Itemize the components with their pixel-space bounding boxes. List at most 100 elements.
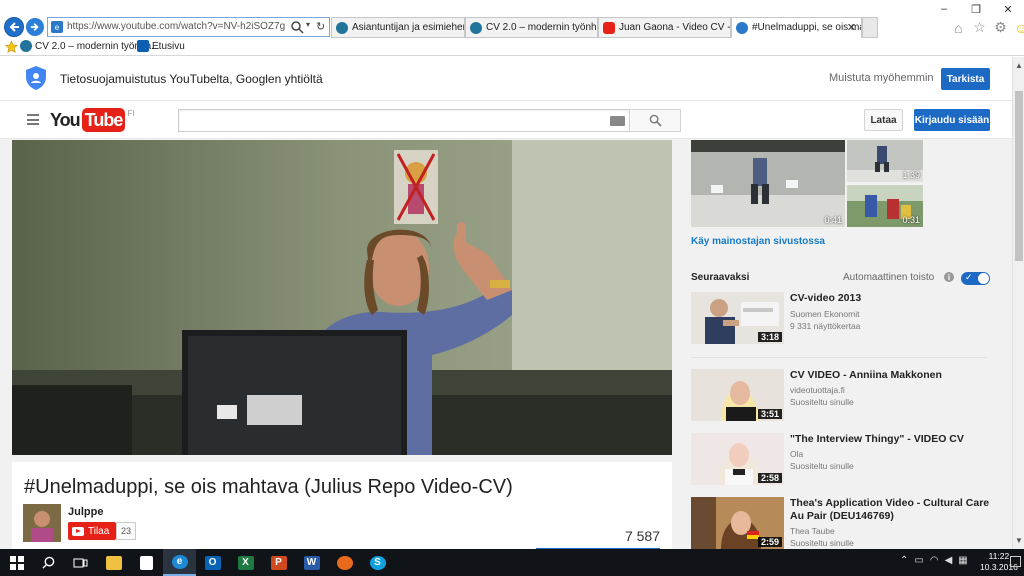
skype-icon: S bbox=[369, 555, 386, 570]
view-meta: Suositeltu sinulle bbox=[790, 538, 854, 548]
tab-unelmaduppi[interactable]: #Unelmaduppi, se ois mahta... ✕ bbox=[731, 17, 862, 38]
powerpoint-icon: P bbox=[270, 555, 287, 570]
new-tab-button[interactable] bbox=[862, 17, 878, 38]
ad-thumb-bottom[interactable]: 0:31 bbox=[847, 185, 923, 227]
address-bar[interactable]: e https://www.youtube.com/watch?v=NV-h2i… bbox=[47, 17, 330, 37]
outlook-button[interactable]: O bbox=[196, 549, 229, 576]
powerpoint-button[interactable]: P bbox=[262, 549, 295, 576]
dropdown-icon[interactable]: ▾ bbox=[306, 20, 310, 29]
visit-advertiser-link[interactable]: Käy mainostajan sivustossa bbox=[691, 236, 825, 247]
keyboard-icon[interactable]: ▦ bbox=[958, 555, 967, 566]
excel-button[interactable]: X bbox=[229, 549, 262, 576]
tab-asiantuntijan[interactable]: Asiantuntijan ja esimiehen työ... bbox=[331, 17, 465, 38]
ad-thumb-main[interactable]: 0:41 bbox=[691, 140, 845, 227]
youtube-header: You Tube FI Lataa Kirjaudu sisään bbox=[0, 101, 1012, 139]
channel-name[interactable]: Julppe bbox=[68, 506, 103, 518]
wordpress-icon bbox=[470, 21, 482, 34]
volume-icon[interactable]: ◀ bbox=[945, 555, 953, 566]
search-input[interactable] bbox=[178, 109, 630, 132]
video-thumbnail[interactable]: 3:18 bbox=[691, 292, 784, 344]
add-favorite-star-icon[interactable] bbox=[5, 41, 18, 53]
settings-gear-icon[interactable]: ⚙ bbox=[992, 19, 1009, 36]
browser-toolbar-icons: ⌂ ☆ ⚙ ☺ bbox=[950, 19, 1024, 36]
wordpress-icon bbox=[20, 40, 32, 52]
address-row: e https://www.youtube.com/watch?v=NV-h2i… bbox=[0, 16, 1024, 38]
chevron-up-icon[interactable]: ⌃ bbox=[900, 555, 908, 566]
internet-explorer-button[interactable]: e bbox=[163, 549, 196, 576]
video-title-link[interactable]: Thea's Application Video - Cultural Care… bbox=[790, 497, 990, 523]
sign-in-button[interactable]: Kirjaudu sisään bbox=[914, 109, 990, 131]
firefox-button[interactable] bbox=[328, 549, 361, 576]
svg-text:e: e bbox=[55, 23, 60, 32]
scroll-up-icon[interactable]: ▲ bbox=[1015, 61, 1023, 70]
store-button[interactable] bbox=[130, 549, 163, 576]
list-item[interactable]: 3:18 CV-video 2013 Suomen Ekonomit 9 331… bbox=[691, 292, 991, 348]
home-icon[interactable]: ⌂ bbox=[950, 19, 967, 36]
start-button[interactable] bbox=[0, 549, 33, 576]
battery-icon[interactable]: ▭ bbox=[914, 555, 923, 566]
subscriber-count: 23 bbox=[116, 522, 137, 540]
subscribe-button[interactable]: Tilaa bbox=[68, 522, 116, 540]
scroll-thumb[interactable] bbox=[1015, 91, 1023, 261]
youtube-logo[interactable]: You Tube FI bbox=[50, 108, 134, 132]
video-duration: 2:59 bbox=[757, 537, 782, 547]
arrow-right-icon bbox=[30, 23, 39, 31]
search-icon[interactable] bbox=[290, 20, 304, 34]
favorite-etusivu[interactable]: Etusivu bbox=[137, 40, 185, 52]
favorites-star-icon[interactable]: ☆ bbox=[971, 19, 988, 36]
sharepoint-icon bbox=[137, 40, 149, 52]
list-item[interactable]: 3:51 CV VIDEO - Anniina Makkonen videotu… bbox=[691, 369, 991, 423]
autoplay-toggle[interactable]: ✓ bbox=[961, 272, 990, 285]
file-explorer-button[interactable] bbox=[97, 549, 130, 576]
smiley-feedback-icon[interactable]: ☺ bbox=[1013, 19, 1024, 36]
skype-button[interactable]: S bbox=[361, 549, 394, 576]
close-tab-icon[interactable]: ✕ bbox=[847, 21, 856, 34]
page-favicon-icon: e bbox=[51, 21, 63, 33]
channel-avatar[interactable] bbox=[23, 504, 61, 542]
region-code: FI bbox=[127, 109, 135, 118]
video-title-link[interactable]: CV-video 2013 bbox=[790, 292, 990, 305]
search-taskbar-button[interactable] bbox=[32, 549, 65, 576]
menu-icon[interactable] bbox=[27, 114, 39, 125]
word-button[interactable]: W bbox=[295, 549, 328, 576]
refresh-icon[interactable]: ↻ bbox=[316, 20, 325, 33]
channel-name: videotuottaja.fi bbox=[790, 385, 845, 395]
review-button[interactable]: Tarkista bbox=[941, 68, 990, 90]
notifications-icon[interactable] bbox=[1010, 556, 1021, 567]
video-thumbnail[interactable]: 3:51 bbox=[691, 369, 784, 421]
wifi-icon[interactable]: ◠ bbox=[930, 555, 939, 566]
upload-button[interactable]: Lataa bbox=[864, 109, 903, 131]
logo-you: You bbox=[50, 109, 81, 130]
tab-label: Asiantuntijan ja esimiehen työ... bbox=[352, 22, 465, 33]
divider bbox=[691, 357, 987, 358]
tab-label: #Unelmaduppi, se ois mahta... bbox=[752, 22, 861, 33]
list-item[interactable]: 2:58 "The Interview Thingy" - VIDEO CV O… bbox=[691, 433, 991, 487]
subscribe-label: Tilaa bbox=[88, 525, 110, 537]
list-item[interactable]: 2:59 Thea's Application Video - Cultural… bbox=[691, 497, 991, 549]
video-duration: 2:58 bbox=[757, 473, 782, 483]
page-scrollbar[interactable]: ▲ ▼ bbox=[1012, 57, 1024, 549]
keyboard-icon[interactable] bbox=[610, 116, 625, 126]
back-button[interactable] bbox=[4, 17, 24, 37]
task-view-button[interactable] bbox=[64, 549, 97, 576]
video-thumbnail[interactable]: 2:59 bbox=[691, 497, 784, 549]
system-tray: ⌃ ▭ ◠ ◀ ▦ bbox=[900, 555, 968, 566]
scroll-down-icon[interactable]: ▼ bbox=[1015, 536, 1023, 545]
ie-icon: e bbox=[171, 554, 188, 569]
video-title-link[interactable]: CV VIDEO - Anniina Makkonen bbox=[790, 369, 990, 382]
ad-thumb-top[interactable]: 1:39 bbox=[847, 140, 923, 182]
logo-tube: Tube bbox=[81, 108, 126, 132]
tab-juan-gaona[interactable]: Juan Gaona - Video CV - YouTu... bbox=[598, 17, 731, 38]
search-button[interactable] bbox=[629, 109, 681, 132]
check-icon: ✓ bbox=[965, 272, 973, 282]
ad-thumbnails: 0:41 1:39 0:31 bbox=[691, 140, 923, 227]
view-meta: Suositeltu sinulle bbox=[790, 397, 854, 407]
video-duration: 3:18 bbox=[757, 332, 782, 342]
video-player[interactable] bbox=[12, 140, 672, 455]
info-icon[interactable]: i bbox=[944, 272, 954, 282]
tab-cv-2-0[interactable]: CV 2.0 – modernin työnhaun yt... bbox=[465, 17, 598, 38]
video-thumbnail[interactable]: 2:58 bbox=[691, 433, 784, 485]
remind-later-link[interactable]: Muistuta myöhemmin bbox=[829, 72, 934, 84]
video-title-link[interactable]: "The Interview Thingy" - VIDEO CV bbox=[790, 433, 990, 446]
forward-button[interactable] bbox=[26, 18, 44, 36]
